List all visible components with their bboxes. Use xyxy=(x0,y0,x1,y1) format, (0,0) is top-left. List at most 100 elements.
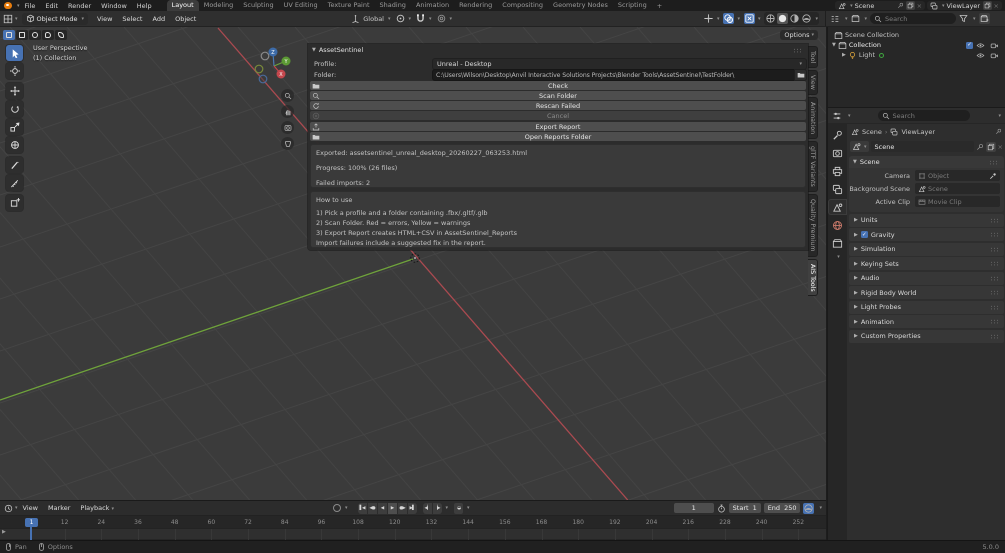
jump-to-start-button[interactable]: ▌◀ xyxy=(357,502,367,514)
scroll-down-icon[interactable]: ▾ xyxy=(837,254,840,260)
shading-caret-icon[interactable]: ▾ xyxy=(815,16,818,22)
editor-type-icon[interactable] xyxy=(3,14,13,24)
properties-editor-icon[interactable] xyxy=(832,111,842,121)
panel-simulation[interactable]: ▶ Simulation xyxy=(849,242,1004,256)
channel-expand-icon[interactable]: ▶ xyxy=(2,529,6,535)
sidebar-tab-view[interactable]: View xyxy=(808,70,818,96)
copy-viewlayer-icon[interactable] xyxy=(982,1,992,10)
add-workspace-button[interactable]: + xyxy=(652,2,667,10)
sidebar-tab-tool[interactable]: Tool xyxy=(808,46,818,69)
keying-caret-icon[interactable]: ▾ xyxy=(819,505,822,511)
cursor-tool-button[interactable] xyxy=(6,63,23,79)
proportional-edit-icon[interactable] xyxy=(436,13,447,24)
panel-drag-handle[interactable] xyxy=(793,48,803,53)
auto-keying-caret-icon[interactable]: ▾ xyxy=(345,505,348,511)
pin-icon[interactable] xyxy=(897,2,904,9)
scale-tool-button[interactable] xyxy=(6,119,23,135)
start-frame-field[interactable]: Start 1 xyxy=(728,503,761,513)
viewport-menu-select[interactable]: Select xyxy=(117,15,147,23)
shading-wireframe-icon[interactable] xyxy=(765,13,776,24)
playhead[interactable]: 1 xyxy=(25,518,38,527)
previous-keyframe-button[interactable]: ◀● xyxy=(367,502,377,514)
auto-keying-icon[interactable] xyxy=(333,504,341,512)
shading-material-icon[interactable] xyxy=(789,13,800,24)
orientation-label[interactable]: Global xyxy=(363,15,384,23)
measure-tool-button[interactable] xyxy=(6,175,23,191)
workspace-tab-rendering[interactable]: Rendering xyxy=(454,0,497,11)
next-keyframe-button[interactable]: ●▶ xyxy=(397,502,407,514)
copy-scene-icon[interactable] xyxy=(905,1,915,10)
expand-light-icon[interactable]: ▶ xyxy=(842,52,846,58)
panel-drag-handle[interactable] xyxy=(990,261,1000,266)
check-button[interactable]: Check xyxy=(310,81,806,90)
sidebar-tab-quality-premium[interactable]: Quality Premium xyxy=(808,194,818,257)
timeline-editor-icon[interactable] xyxy=(4,504,13,513)
export-report-button[interactable]: Export Report xyxy=(310,122,806,131)
close-viewlayer-icon[interactable]: × xyxy=(994,2,999,10)
breadcrumb-scene[interactable]: Scene xyxy=(862,128,882,136)
menu-help[interactable]: Help xyxy=(132,2,157,10)
menu-window[interactable]: Window xyxy=(96,2,132,10)
workspace-tab-scripting[interactable]: Scripting xyxy=(613,0,652,11)
panel-drag-handle[interactable] xyxy=(990,333,1000,339)
viewport-menu-view[interactable]: View xyxy=(92,15,117,23)
timeline-menu-marker[interactable]: Marker xyxy=(43,504,75,512)
workspace-tab-modeling[interactable]: Modeling xyxy=(199,0,239,11)
outliner-row-light[interactable]: ▶ Light xyxy=(828,50,1005,60)
outliner-row-collection[interactable]: ▼ Collection ✓ xyxy=(828,40,1005,50)
previous-frame-button[interactable]: ◀▏ xyxy=(422,502,432,514)
sidebar-tab-animation[interactable]: Animation xyxy=(808,97,818,140)
background-scene-field[interactable]: Scene xyxy=(915,183,1000,194)
workspace-tab-uv-editing[interactable]: UV Editing xyxy=(279,0,323,11)
workspace-tab-layout[interactable]: Layout xyxy=(166,0,199,11)
scene-panel-header[interactable]: ▼ Scene xyxy=(849,156,1004,168)
panel-drag-handle[interactable] xyxy=(990,232,1000,237)
move-tool-button[interactable] xyxy=(6,83,23,99)
pin-icon[interactable] xyxy=(976,143,984,151)
timeline-ruler[interactable]: 12 24 36 48 60 72 84 96 108 120 132 144 156 168 180 192… xyxy=(0,516,826,528)
outliner-editor-icon[interactable] xyxy=(830,14,840,24)
folder-path-input[interactable]: C:\Users\Wilson\Desktop\Anvil Interactiv… xyxy=(433,70,794,80)
active-clip-field[interactable]: Movie Clip xyxy=(915,196,1000,207)
tab-render[interactable] xyxy=(829,146,846,160)
collection-checkbox[interactable]: ✓ xyxy=(966,41,973,49)
filter-icon[interactable] xyxy=(959,14,968,23)
orientation-caret-icon[interactable]: ▾ xyxy=(388,16,391,22)
timeline-channel[interactable] xyxy=(0,528,826,540)
panel-animation[interactable]: ▶ Animation xyxy=(849,315,1004,328)
keying-set-icon[interactable] xyxy=(803,502,815,514)
playhead-line[interactable] xyxy=(30,527,32,540)
next-frame-button[interactable]: ▕▶ xyxy=(432,502,442,514)
scene-selector[interactable]: ▾ Scene × xyxy=(835,1,926,10)
current-frame-field[interactable]: 1 xyxy=(673,503,714,513)
pin-icon[interactable] xyxy=(995,128,1002,135)
outliner-search-input[interactable]: Search xyxy=(870,13,957,24)
select-mode-lasso-button[interactable] xyxy=(42,30,54,40)
pivot-point-icon[interactable] xyxy=(395,13,406,24)
panel-units[interactable]: ▶ Units xyxy=(849,213,1004,227)
select-mode-tweak-button[interactable] xyxy=(3,30,15,40)
panel-audio[interactable]: ▶ Audio xyxy=(849,271,1004,285)
rescan-failed-button[interactable]: Rescan Failed xyxy=(310,101,806,110)
select-tool-button[interactable] xyxy=(6,45,23,61)
tab-view-layer[interactable] xyxy=(829,182,846,196)
falloff-caret-icon[interactable]: ▾ xyxy=(450,16,453,22)
shading-solid-icon[interactable] xyxy=(777,13,789,24)
options-button[interactable]: Options ▾ xyxy=(780,30,818,40)
frame-step-caret-icon[interactable]: ▾ xyxy=(446,505,449,511)
sidebar-tab-gltf-variants[interactable]: glTF Variants xyxy=(808,141,818,193)
panel-drag-handle[interactable] xyxy=(990,246,1000,252)
panel-drag-handle[interactable] xyxy=(989,160,999,165)
timeline-menu-playback[interactable]: Playback ▾ xyxy=(75,504,119,512)
xray-caret-icon[interactable]: ▾ xyxy=(758,16,761,22)
expand-collection-icon[interactable]: ▼ xyxy=(832,42,836,48)
panel-drag-handle[interactable] xyxy=(990,275,1000,281)
tab-world[interactable] xyxy=(829,218,846,232)
hide-eye-icon[interactable] xyxy=(976,51,985,60)
panel-drag-handle[interactable] xyxy=(990,290,1000,295)
disable-render-camera-icon[interactable] xyxy=(990,41,999,50)
end-frame-field[interactable]: End 250 xyxy=(763,503,801,513)
pivot-caret-icon[interactable]: ▾ xyxy=(409,16,412,22)
outliner-display-caret-icon[interactable]: ▾ xyxy=(865,16,868,22)
pan-view-icon[interactable] xyxy=(281,105,294,118)
